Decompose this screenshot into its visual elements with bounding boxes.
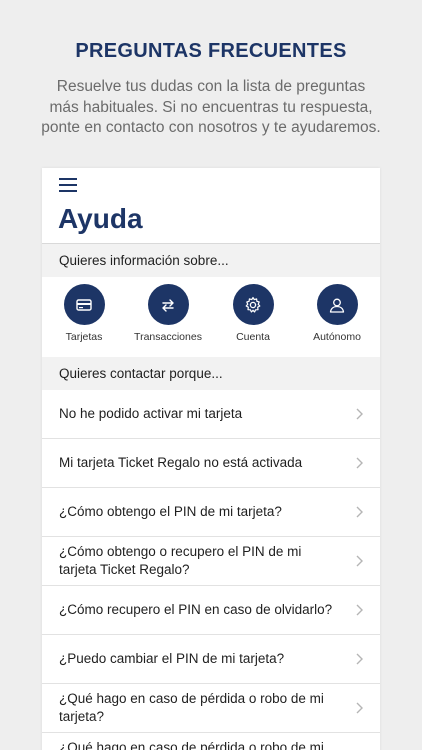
faq-item[interactable]: ¿Qué hago en caso de pérdida o robo de m…	[42, 733, 380, 750]
category-tarjetas[interactable]: Tarjetas	[42, 284, 126, 343]
faq-item[interactable]: ¿Cómo obtengo el PIN de mi tarjeta?	[42, 488, 380, 537]
chevron-right-icon	[356, 702, 363, 714]
card-icon	[63, 284, 105, 325]
transfer-icon	[147, 284, 189, 325]
promo-subtitle: Resuelve tus dudas con la lista de pregu…	[30, 77, 392, 139]
category-label: Transacciones	[134, 331, 202, 343]
faq-item[interactable]: Mi tarjeta Ticket Regalo no está activad…	[42, 439, 380, 488]
promo-subtitle-line: ponte en contacto con nosotros y te ayud…	[41, 119, 381, 136]
chevron-right-icon	[356, 555, 363, 567]
faq-item[interactable]: ¿Cómo recupero el PIN en caso de olvidar…	[42, 586, 380, 635]
hamburger-menu-icon[interactable]	[59, 178, 79, 192]
chevron-right-icon	[356, 506, 363, 518]
category-label: Autónomo	[313, 331, 361, 343]
chevron-right-icon	[356, 457, 363, 469]
chevron-right-icon	[356, 408, 363, 420]
category-label: Tarjetas	[65, 331, 103, 343]
info-section-header: Quieres información sobre...	[42, 244, 380, 277]
category-row: Tarjetas Transacciones Cuenta Autónomo	[42, 277, 380, 357]
category-cuenta[interactable]: Cuenta	[211, 284, 295, 343]
category-transacciones[interactable]: Transacciones	[126, 284, 210, 343]
faq-item[interactable]: No he podido activar mi tarjeta	[42, 390, 380, 439]
contact-section-header: Quieres contactar porque...	[42, 357, 380, 390]
user-icon	[316, 284, 358, 325]
promo-subtitle-line: Resuelve tus dudas con la lista de pregu…	[56, 78, 366, 95]
faq-list: No he podido activar mi tarjeta Mi tarje…	[42, 390, 380, 750]
faq-question: ¿Qué hago en caso de pérdida o robo de m…	[59, 691, 324, 724]
category-autonomo[interactable]: Autónomo	[295, 284, 379, 343]
promo-subtitle-line: más habituales. Si no encuentras tu resp…	[49, 98, 373, 116]
faq-item[interactable]: ¿Puedo cambiar el PIN de mi tarjeta?	[42, 635, 380, 684]
faq-question: No he podido activar mi tarjeta	[59, 406, 243, 421]
faq-question: ¿Cómo obtengo el PIN de mi tarjeta?	[59, 504, 282, 519]
faq-question: ¿Puedo cambiar el PIN de mi tarjeta?	[59, 651, 285, 666]
faq-question: ¿Cómo obtengo o recupero el PIN de mi ta…	[59, 544, 302, 577]
chevron-right-icon	[356, 653, 363, 665]
faq-question: ¿Cómo recupero el PIN en caso de olvidar…	[59, 602, 333, 617]
category-label: Cuenta	[236, 331, 270, 343]
gear-icon	[232, 284, 274, 325]
page-title: Ayuda	[58, 203, 143, 234]
chevron-right-icon	[356, 604, 363, 616]
faq-item[interactable]: ¿Qué hago en caso de pérdida o robo de m…	[42, 684, 380, 733]
faq-question: Mi tarjeta Ticket Regalo no está activad…	[59, 455, 303, 470]
promo-title: PREGUNTAS FRECUENTES	[75, 40, 347, 62]
faq-item[interactable]: ¿Cómo obtengo o recupero el PIN de mi ta…	[42, 537, 380, 586]
faq-question: ¿Qué hago en caso de pérdida o robo de m…	[59, 740, 324, 750]
app-screen: Ayuda Quieres información sobre... Tarje…	[42, 168, 380, 750]
